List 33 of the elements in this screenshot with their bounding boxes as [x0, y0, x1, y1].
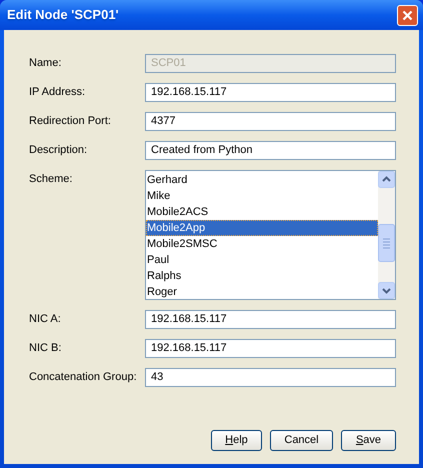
close-icon	[402, 10, 413, 20]
scheme-list[interactable]: Gerhard Mike Mobile2ACS Mobile2App Mobile2SMSC Paul Ralphs Roger	[145, 170, 396, 300]
text-field[interactable]: 43	[145, 368, 396, 387]
scroll-down-icon[interactable]	[378, 282, 395, 299]
field-label: NIC A:	[29, 312, 62, 327]
list-item[interactable]: Mike	[146, 188, 378, 204]
dialog-button[interactable]: Cancel	[270, 430, 333, 451]
dialog-button[interactable]: Save	[341, 430, 396, 451]
text-field[interactable]: 192.168.15.117	[145, 83, 396, 102]
list-item[interactable]: Mobile2ACS	[146, 204, 378, 220]
close-button[interactable]	[397, 4, 418, 26]
list-item[interactable]: Mobile2App	[146, 220, 378, 236]
field-label: NIC B:	[29, 341, 62, 356]
scroll-up-icon[interactable]	[378, 171, 395, 188]
text-field[interactable]: 4377	[145, 112, 396, 131]
list-item[interactable]: Mobile2SMSC	[146, 236, 378, 252]
window-title: Edit Node 'SCP01'	[7, 6, 120, 24]
list-item[interactable]: Ralphs	[146, 268, 378, 284]
text-field[interactable]: 192.168.15.117	[145, 310, 396, 329]
dialog-button[interactable]: Help	[211, 430, 262, 451]
text-field[interactable]: Created from Python	[145, 141, 396, 160]
field-label: IP Address:	[29, 85, 86, 100]
list-item[interactable]: Paul	[146, 252, 378, 268]
list-item[interactable]: Roger	[146, 284, 378, 300]
field-label: Concatenation Group:	[29, 370, 138, 385]
text-field[interactable]: 192.168.15.117	[145, 339, 396, 358]
scroll-thumb-icon[interactable]	[378, 224, 395, 262]
field-label: Scheme:	[29, 172, 74, 187]
list-item[interactable]: Gerhard	[146, 172, 378, 188]
field-label: Redirection Port:	[29, 114, 112, 129]
scrollbar[interactable]	[378, 171, 395, 299]
field-label: Name:	[29, 56, 62, 71]
field-label: Description:	[29, 143, 88, 158]
